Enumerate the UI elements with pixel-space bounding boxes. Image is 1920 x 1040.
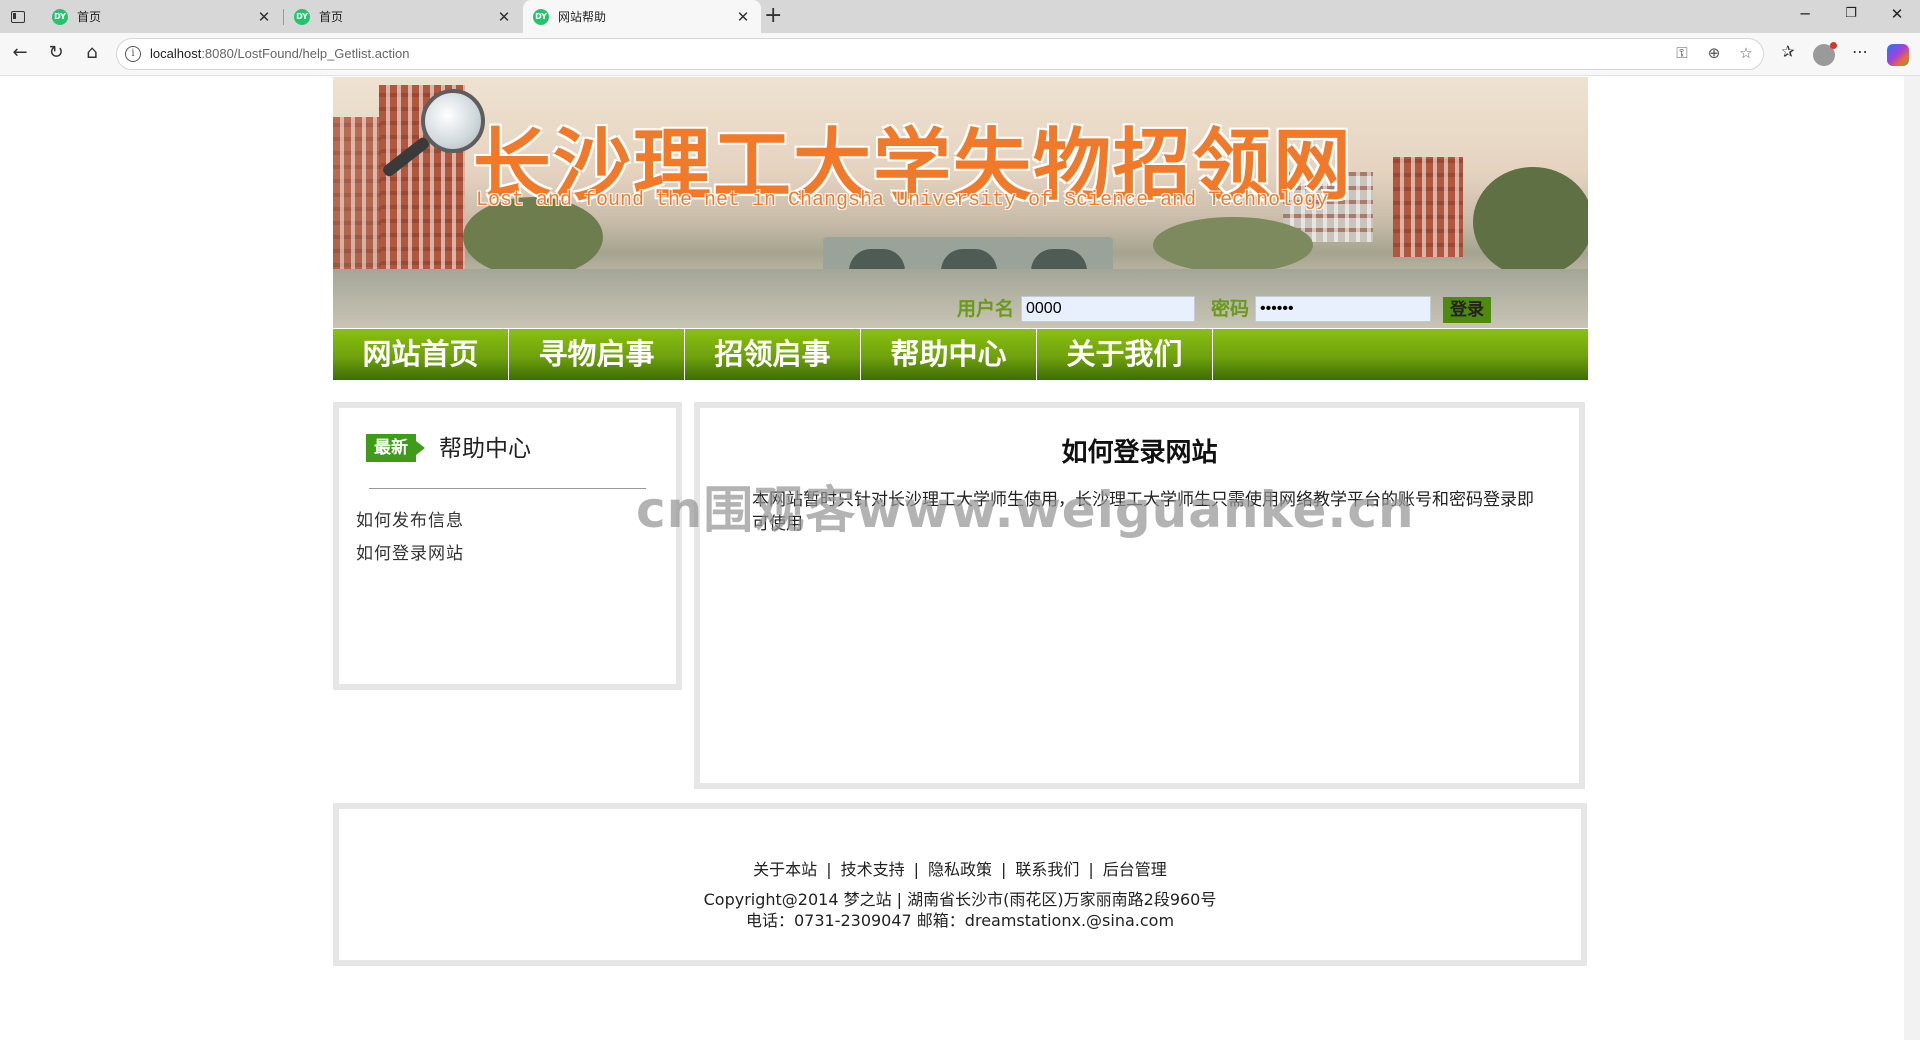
restore-icon[interactable]: ❐ (1841, 6, 1861, 21)
nav-found-items[interactable]: 招领启事 (685, 329, 861, 380)
copilot-icon[interactable] (1887, 44, 1909, 66)
tab-title: 网站帮助 (558, 10, 607, 24)
site-favicon-icon: DY (533, 8, 549, 25)
article-title: 如何登录网站 (1061, 438, 1218, 468)
page-scrollbar[interactable] (1904, 76, 1920, 1040)
url-host: localhost (150, 46, 202, 61)
key-icon[interactable]: ⚿ (1672, 44, 1692, 62)
page-content: 长沙理工大学失物招领网 Lost and found the net in Ch… (0, 77, 1904, 1040)
login-button[interactable]: 登录 (1443, 297, 1491, 323)
banner-building-far-left (333, 117, 381, 277)
banner-trees-right (1473, 167, 1588, 277)
close-tab-icon[interactable]: ✕ (256, 8, 272, 26)
footer-separator: | (1088, 860, 1094, 879)
nav-about-us[interactable]: 关于我们 (1037, 329, 1213, 380)
site-subtitle: Lost and found the net in Changsha Unive… (476, 189, 1329, 212)
help-link-login[interactable]: 如何登录网站 (356, 539, 464, 564)
footer-link-privacy[interactable]: 隐私政策 (928, 860, 992, 879)
url-path: :8080/LostFound/help_Getlist.action (201, 46, 410, 61)
address-bar[interactable]: i localhost:8080/LostFound/help_Getlist.… (116, 38, 1764, 70)
site-favicon-icon: DY (294, 8, 310, 25)
nav-home[interactable]: 网站首页 (333, 329, 509, 380)
footer-contact: 电话：0731-2309047 邮箱：dreamstationx.@sina.c… (745, 911, 1175, 930)
nav-lost-items[interactable]: 寻物启事 (509, 329, 685, 380)
password-label: 密码 (1211, 298, 1250, 320)
password-input[interactable] (1255, 296, 1431, 322)
sidebar-divider (369, 488, 646, 489)
username-label: 用户名 (957, 298, 1015, 320)
more-menu-icon[interactable]: ⋯ (1848, 42, 1872, 61)
footer-link-about-site[interactable]: 关于本站 (753, 860, 817, 879)
browser-tab-active[interactable]: DY 网站帮助 ✕ (523, 0, 761, 33)
banner-trees-center (1153, 217, 1313, 273)
minimize-icon[interactable]: ─ (1795, 5, 1815, 23)
banner-building-right (1393, 157, 1463, 257)
back-icon[interactable]: ← (8, 42, 32, 63)
favorite-star-icon[interactable]: ☆ (1736, 44, 1756, 62)
help-sidebar: 最新 帮助中心 如何发布信息 如何登录网站 (333, 402, 682, 690)
latest-badge: 最新 (366, 434, 425, 462)
browser-tab-strip: DY 首页 ✕ DY 首页 ✕ DY 网站帮助 ✕ + ─ ❐ ✕ (0, 0, 1920, 33)
profile-avatar-icon[interactable] (1813, 42, 1837, 66)
browser-toolbar: ← ↻ ⌂ i localhost:8080/LostFound/help_Ge… (0, 33, 1920, 76)
banner-bridge (823, 237, 1113, 271)
favorites-icon[interactable]: ✰ (1776, 42, 1800, 61)
footer-link-tech-support[interactable]: 技术支持 (841, 860, 905, 879)
close-tab-icon[interactable]: ✕ (735, 8, 751, 26)
footer-separator: | (826, 860, 832, 879)
site-banner: 长沙理工大学失物招领网 Lost and found the net in Ch… (333, 77, 1588, 328)
footer-link-contact[interactable]: 联系我们 (1015, 860, 1079, 879)
sidebar-title: 帮助中心 (439, 436, 531, 462)
footer-links: 关于本站 | 技术支持 | 隐私政策 | 联系我们 | 后台管理 (339, 856, 1581, 880)
footer-link-admin[interactable]: 后台管理 (1103, 860, 1167, 879)
zoom-icon[interactable]: ⊕ (1704, 44, 1724, 62)
new-tab-icon[interactable]: + (764, 3, 782, 28)
reload-icon[interactable]: ↻ (44, 42, 68, 63)
tab-title: 首页 (77, 10, 102, 24)
home-icon[interactable]: ⌂ (80, 42, 104, 63)
url-text: localhost:8080/LostFound/help_Getlist.ac… (150, 46, 409, 61)
close-window-icon[interactable]: ✕ (1887, 5, 1907, 23)
help-link-publish[interactable]: 如何发布信息 (356, 506, 464, 531)
main-nav: 网站首页 寻物启事 招领启事 帮助中心 关于我们 (333, 329, 1588, 380)
watermark-text: cn围观客www.weiguanke.cn (636, 481, 1415, 539)
site-footer: 关于本站 | 技术支持 | 隐私政策 | 联系我们 | 后台管理 Copyright@2014 … (333, 803, 1587, 966)
close-tab-icon[interactable]: ✕ (496, 8, 512, 26)
tab-title: 首页 (319, 10, 344, 24)
help-article: 如何登录网站 本网站暂时只针对长沙理工大学师生使用，长沙理工大学师生只需使用网络… (694, 402, 1585, 789)
nav-help-center[interactable]: 帮助中心 (861, 329, 1037, 380)
footer-separator: | (913, 860, 919, 879)
site-favicon-icon: DY (52, 8, 68, 25)
tab-actions-icon[interactable] (8, 7, 28, 27)
site-info-icon[interactable]: i (125, 46, 141, 62)
username-input[interactable] (1021, 296, 1195, 322)
footer-separator: | (1001, 860, 1007, 879)
browser-tab-2[interactable]: DY 首页 ✕ (284, 0, 522, 33)
browser-tab-1[interactable]: DY 首页 ✕ (42, 0, 282, 33)
